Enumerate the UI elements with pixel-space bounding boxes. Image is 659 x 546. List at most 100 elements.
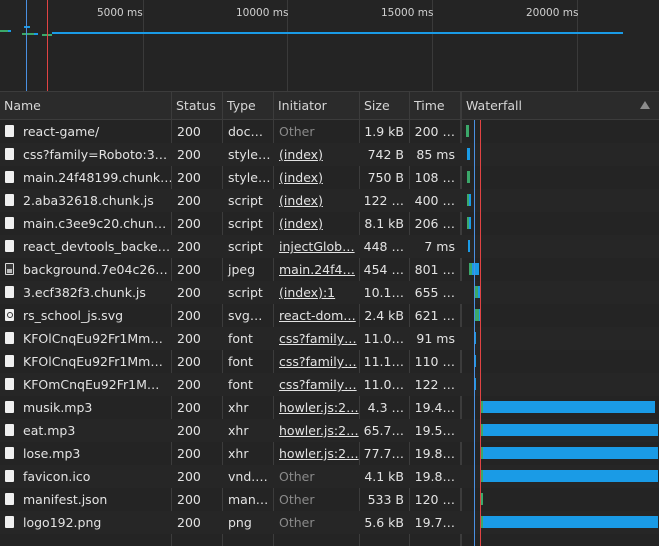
request-row[interactable]: KFOlCnqEu92Fr1Mm… 200 font css?family… 11.0…… [0,327,659,350]
document-icon [5,125,14,137]
request-name[interactable]: background.7e04c26… [0,258,171,281]
request-initiator[interactable]: howler.js:2… [275,396,359,419]
column-header-time[interactable]: Time [409,92,460,119]
request-row[interactable]: background.7e04c26… 200 jpeg main.24f4… 454 … [0,258,659,281]
column-header-waterfall[interactable]: Waterfall [460,92,659,119]
request-row[interactable]: css?family=Roboto:3… 200 style… (index) 742 … [0,143,659,166]
domcontentloaded-marker [26,0,27,91]
waterfall-bar-download[interactable] [469,217,471,229]
request-name[interactable]: lose.mp3 [0,442,171,465]
request-name[interactable]: KFOmCnqEu92Fr1M… [0,373,171,396]
request-time: 19.4… [414,400,455,415]
waterfall-bar-download[interactable] [483,401,655,413]
request-name[interactable]: css?family=Roboto:3… [0,143,171,166]
request-name[interactable]: KFOlCnqEu92Fr1Mm… [0,350,171,373]
request-row[interactable]: musik.mp3 200 xhr howler.js:2… 4.3 … 19.4… [0,396,659,419]
waterfall-bar-waiting[interactable] [481,493,483,505]
request-name[interactable]: manifest.json [0,488,171,511]
waterfall-bar-download[interactable] [469,194,471,206]
request-name-label: react-game/ [23,124,100,139]
request-status: 200 [177,239,201,254]
column-header-status[interactable]: Status [171,92,222,119]
request-status: 200 [177,285,201,300]
request-row[interactable]: main.24f48199.chunk… 200 style… (index) 750 … [0,166,659,189]
request-initiator[interactable]: css?family… [275,327,359,350]
request-name[interactable]: logo192.png [0,511,171,534]
waterfall-bar-download[interactable] [483,470,658,482]
request-initiator[interactable]: css?family… [275,350,359,373]
request-row[interactable]: lose.mp3 200 xhr howler.js:2… 77.7… 19.8… [0,442,659,465]
request-row[interactable]: react-game/200 doc… Other 1.9 kB 200 … [0,120,659,143]
waterfall-bar-download[interactable] [467,148,470,160]
request-name[interactable]: eat.mp3 [0,419,171,442]
svg-icon [5,309,14,321]
request-row[interactable]: favicon.ico 200 vnd.… Other 4.1 kB 19.8… [0,465,659,488]
waterfall-bar-download[interactable] [483,447,658,459]
request-name[interactable]: favicon.ico [0,465,171,488]
request-type: style… [228,147,271,162]
request-name[interactable]: 2.aba32618.chunk.js [0,189,171,212]
request-initiator[interactable]: (index):1 [275,281,359,304]
request-initiator[interactable]: howler.js:2… [275,419,359,442]
request-name[interactable]: main.c3ee9c20.chun… [0,212,171,235]
request-size: 2.4 kB [364,308,404,323]
request-time: 19.8… [414,469,455,484]
column-header-initiator[interactable]: Initiator [273,92,359,119]
column-header-type[interactable]: Type [222,92,273,119]
request-initiator[interactable]: howler.js:2… [275,442,359,465]
request-row[interactable]: 3.ecf382f3.chunk.js 200 script (index):1 10.… [0,281,659,304]
request-row[interactable]: KFOlCnqEu92Fr1Mm… 200 font css?family… 11.1…… [0,350,659,373]
waterfall-bar-waiting[interactable] [467,171,470,183]
request-row[interactable]: main.c3ee9c20.chun… 200 script (index) 8.1 k… [0,212,659,235]
request-name-label: background.7e04c26… [23,262,168,277]
request-row[interactable]: logo192.png 200 png Other 5.6 kB 19.7… [0,511,659,534]
waterfall-bar-download[interactable] [483,516,658,528]
overview-timeline[interactable]: 5000 ms 10000 ms 15000 ms 20000 ms [0,0,659,91]
request-type: script [228,216,263,231]
sort-ascending-icon[interactable] [640,101,650,109]
request-size: 11.0… [363,331,404,346]
request-name[interactable]: musik.mp3 [0,396,171,419]
document-icon [5,470,14,482]
request-type: doc… [228,124,263,139]
request-initiator[interactable]: (index) [275,189,359,212]
waterfall-bar-waiting[interactable] [466,125,469,137]
request-initiator[interactable]: css?family… [275,373,359,396]
request-name[interactable]: rs_school_js.svg [0,304,171,327]
request-name[interactable]: react-game/ [0,120,171,143]
request-size: 448 … [363,239,404,254]
request-initiator[interactable]: (index) [275,166,359,189]
request-name[interactable]: main.24f48199.chunk… [0,166,171,189]
request-row[interactable]: rs_school_js.svg 200 svg… react-dom… 2.4 kB 6… [0,304,659,327]
document-icon [5,355,14,367]
column-header-size[interactable]: Size [359,92,409,119]
request-type: man… [228,492,269,507]
request-name[interactable]: react_devtools_backe… [0,235,171,258]
request-row[interactable]: 2.aba32618.chunk.js 200 script (index) 122 …… [0,189,659,212]
request-row[interactable]: KFOmCnqEu92Fr1M… 200 font css?family… 11.0… 1… [0,373,659,396]
request-initiator[interactable]: main.24f4… [275,258,359,281]
request-name-label: rs_school_js.svg [23,308,124,323]
request-name[interactable]: 3.ecf382f3.chunk.js [0,281,171,304]
load-event-marker [47,0,48,91]
request-time: 801 … [414,262,455,277]
request-row[interactable]: eat.mp3 200 xhr howler.js:2… 65.7… 19.5… [0,419,659,442]
request-row[interactable]: react_devtools_backe… 200 script injectGlob… [0,235,659,258]
request-type: svg… [228,308,263,323]
request-row[interactable]: manifest.json 200 man… Other 533 B 120 … [0,488,659,511]
request-initiator: Other [279,469,315,484]
request-status: 200 [177,469,201,484]
column-header-name[interactable]: Name [0,92,171,119]
request-initiator[interactable]: injectGlob… [275,235,359,258]
document-icon [5,194,14,206]
request-size: 454 … [363,262,404,277]
image-icon [5,263,14,275]
waterfall-bar-download[interactable] [483,424,658,436]
waterfall-bar-download[interactable] [468,240,470,252]
request-initiator[interactable]: (index) [275,212,359,235]
request-name-label: KFOlCnqEu92Fr1Mm… [23,354,163,369]
request-name[interactable]: KFOlCnqEu92Fr1Mm… [0,327,171,350]
request-initiator[interactable]: react-dom… [275,304,359,327]
request-initiator[interactable]: (index) [275,143,359,166]
request-time: 85 ms [416,147,455,162]
